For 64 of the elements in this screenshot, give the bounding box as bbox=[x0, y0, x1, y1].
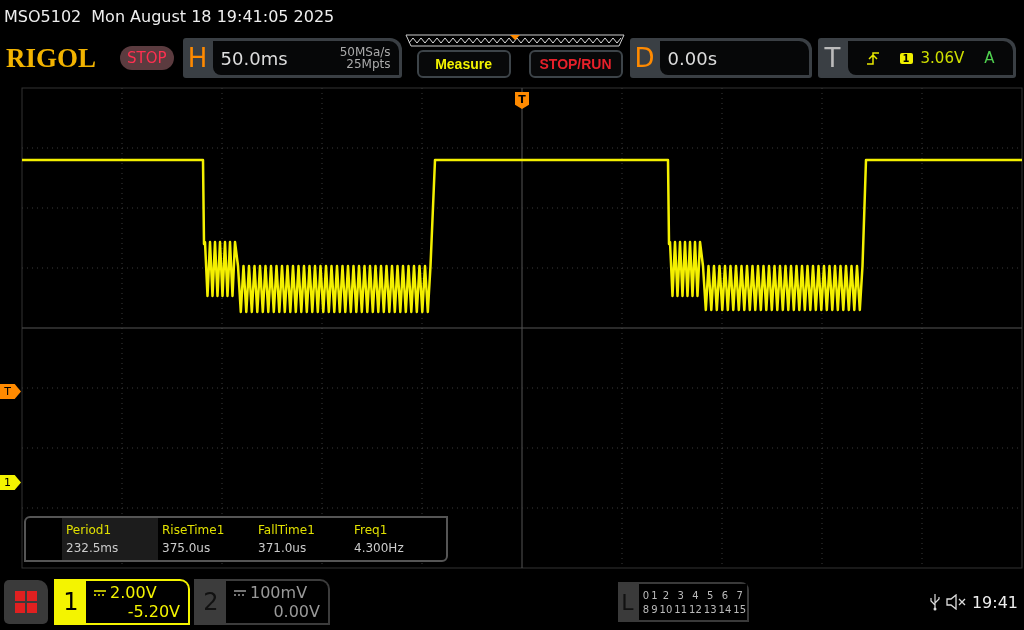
stop-run-button[interactable]: STOP/RUN bbox=[528, 50, 623, 78]
measurement-name: Freq1 bbox=[354, 523, 389, 537]
logic-channel-number: 9 bbox=[650, 603, 659, 615]
vertical-offset: 0.00V bbox=[272, 602, 320, 621]
measurement-value: 232.5ms bbox=[66, 541, 120, 555]
measurement-name: FallTime1 bbox=[258, 523, 316, 537]
grid-menu-icon bbox=[14, 590, 38, 614]
measurement-item[interactable]: Period1 232.5ms bbox=[62, 518, 158, 560]
trigger-mode: A bbox=[984, 49, 995, 67]
measurement-item[interactable]: FallTime1 371.0us bbox=[254, 518, 350, 560]
delay-value: 0.00s bbox=[667, 47, 717, 69]
vertical-offset: -5.20V bbox=[126, 602, 180, 621]
date-time: Mon August 18 19:41:05 2025 bbox=[91, 6, 335, 26]
logic-channel-number: 4 bbox=[691, 589, 700, 601]
vertical-scale: 2.00V bbox=[110, 583, 157, 602]
measure-button[interactable]: Measure bbox=[416, 50, 511, 78]
logic-channel-number: 12 bbox=[688, 603, 703, 615]
speaker-muted-icon bbox=[945, 594, 966, 610]
sample-rate: 50MSa/s bbox=[339, 46, 391, 58]
logic-channel-number: 11 bbox=[673, 603, 689, 615]
trigger-level: 3.06V bbox=[920, 49, 965, 67]
trigger-label: T bbox=[823, 42, 842, 75]
usb-icon bbox=[929, 593, 940, 611]
logic-channel-number: 15 bbox=[732, 603, 747, 615]
clock-time: 19:41 bbox=[971, 592, 1018, 612]
logic-channel-number: 3 bbox=[676, 589, 685, 601]
logic-channel-number: 6 bbox=[720, 589, 730, 601]
measurement-item[interactable]: Freq1 4.300Hz bbox=[350, 518, 446, 560]
logic-channel-number: 1 bbox=[650, 589, 659, 601]
horizontal-panel[interactable]: H 50.0ms 50MSa/s 25Mpts bbox=[182, 38, 402, 78]
memory-depth: 25Mpts bbox=[346, 58, 391, 70]
trigger-panel[interactable]: T 1 3.06V A bbox=[817, 38, 1016, 78]
timebase-value: 50.0ms bbox=[220, 47, 288, 69]
dc-coupling-icon bbox=[234, 589, 246, 596]
logic-channel-number: 0 bbox=[641, 589, 651, 601]
logic-channel-number: 2 bbox=[661, 589, 671, 601]
rising-edge-icon bbox=[865, 51, 880, 65]
measurement-value: 375.0us bbox=[162, 541, 212, 555]
measurement-value: 371.0us bbox=[258, 541, 308, 555]
run-state-badge: STOP bbox=[120, 46, 174, 70]
menu-button[interactable] bbox=[4, 580, 48, 624]
logic-channel-number: 10 bbox=[658, 603, 674, 615]
measurement-name: RiseTime1 bbox=[162, 523, 226, 537]
measurement-name: Period1 bbox=[66, 523, 113, 537]
logic-channel-number: 5 bbox=[705, 589, 715, 601]
model-name: MSO5102 bbox=[4, 6, 82, 26]
trigger-level-marker[interactable]: T bbox=[0, 384, 21, 399]
logic-channel-number: 8 bbox=[641, 603, 651, 615]
delay-panel[interactable]: D 0.00s bbox=[629, 38, 812, 78]
vertical-scale: 100mV bbox=[250, 583, 308, 602]
horizontal-label: H bbox=[186, 42, 209, 75]
measurement-item[interactable]: RiseTime1 375.0us bbox=[158, 518, 254, 560]
channel-marker[interactable]: 1 bbox=[0, 475, 21, 490]
delay-label: D bbox=[633, 42, 656, 75]
measurement-value: 4.300Hz bbox=[354, 541, 405, 555]
channel-panel[interactable]: 1 2.00V -5.20V bbox=[54, 579, 190, 625]
dc-coupling-icon bbox=[94, 589, 106, 596]
logic-channel-number: 14 bbox=[717, 603, 733, 615]
logic-channel-number: 13 bbox=[702, 603, 718, 615]
brand-logo: RIGOL bbox=[6, 42, 98, 74]
trigger-source-badge: 1 bbox=[899, 52, 913, 64]
trigger-position-marker[interactable]: T bbox=[515, 92, 529, 109]
logic-channel-number: 7 bbox=[735, 589, 744, 601]
channel-number: 1 bbox=[62, 587, 80, 618]
